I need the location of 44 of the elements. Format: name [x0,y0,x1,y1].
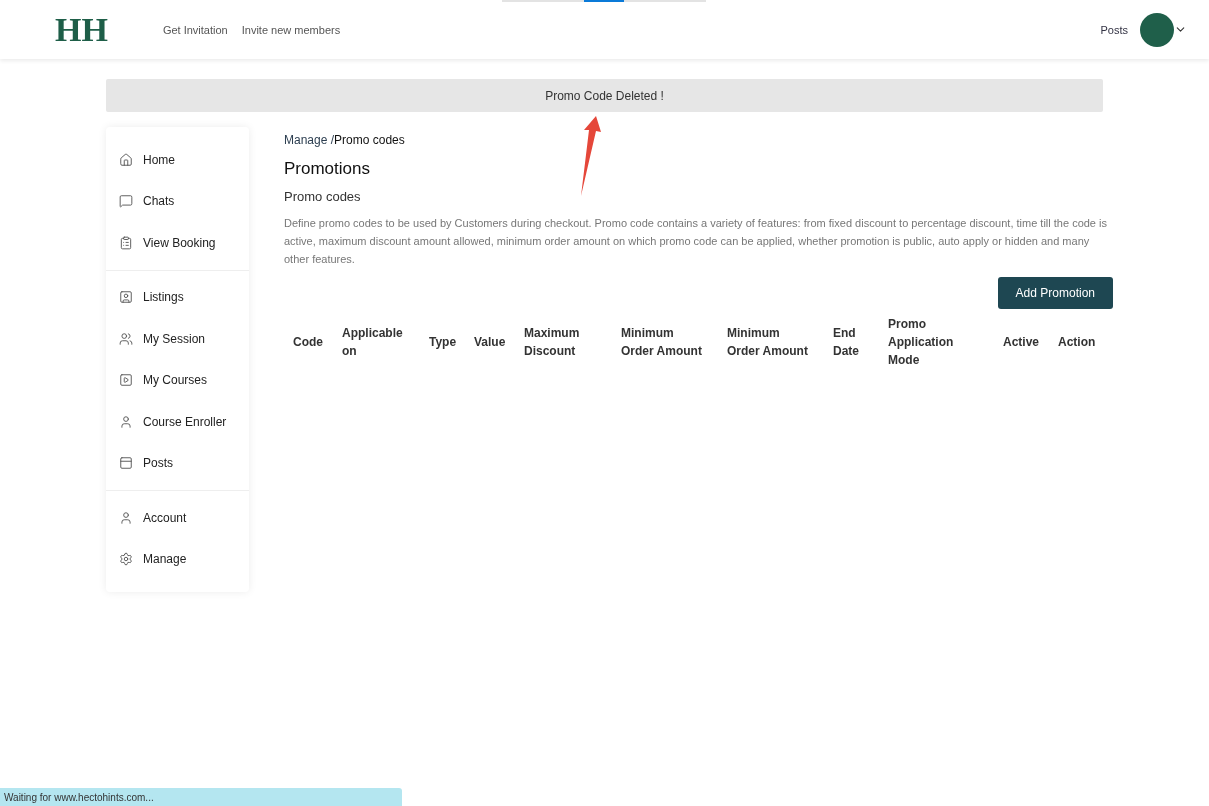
home-icon [119,152,133,167]
clipboard-icon [119,235,133,250]
section-title: Promo codes [284,189,362,204]
sidebar-item[interactable]: Home [106,139,249,181]
column-header: Active [1003,334,1041,351]
column-header: Code [293,334,324,351]
description: Define promo codes to be used by Customers during checkout. Promo code contains a variety of features: from fixed discount to percentage discount, time till the code is active, maximum discount amount allowed, minimum order amount on which promo code can be applied, whether promotion is public, auto apply or hidden and many other features. [284,216,1108,267]
id-card-icon [119,290,133,305]
page-title: Promotions [284,159,371,179]
settings-icon [119,552,133,567]
panel-icon [119,456,133,471]
add-promotion-button[interactable]: Add Promotion [997,277,1113,309]
column-header: Value [474,334,507,351]
sidebar-item[interactable]: My Session [106,318,249,360]
column-header: Type [429,334,458,351]
chat-icon [119,194,133,209]
sidebar-item[interactable]: Course Enroller [106,401,249,443]
sidebar-item[interactable]: My Courses [106,359,249,401]
breadcrumb-current: Promo codes [334,133,405,147]
logo[interactable]: HH [55,10,108,49]
breadcrumb-link[interactable]: Manage / [284,133,335,147]
nav-link[interactable]: Invite new members [241,23,341,36]
sidebar-item[interactable]: Listings [106,276,249,318]
sidebar-item[interactable]: View Booking [106,222,249,264]
toast-message: Promo Code Deleted ! [106,79,1103,112]
column-header: Minimum Order Amount [727,325,809,360]
sidebar-item[interactable]: Chats [106,180,249,222]
column-header: Applicable on [342,325,404,360]
column-header: End Date [833,325,860,360]
nav-link[interactable]: Get Invitation [162,23,228,36]
person-icon [119,414,133,429]
sidebar-item[interactable]: Posts [106,442,249,484]
column-header: Minimum Order Amount [621,325,703,360]
column-header: Action [1058,334,1097,351]
column-header: Promo Application Mode [888,316,955,369]
sidebar-item[interactable]: Account [106,497,249,539]
person-icon [119,510,133,525]
avatar[interactable] [1140,12,1174,47]
people-icon [119,331,133,346]
play-icon [119,373,133,388]
status-bar: Waiting for www.hectohints.com... [0,788,402,806]
column-header: Maximum Discount [524,325,581,360]
nav-link[interactable]: Posts [1100,23,1128,36]
sidebar-item[interactable]: Manage [106,538,249,580]
